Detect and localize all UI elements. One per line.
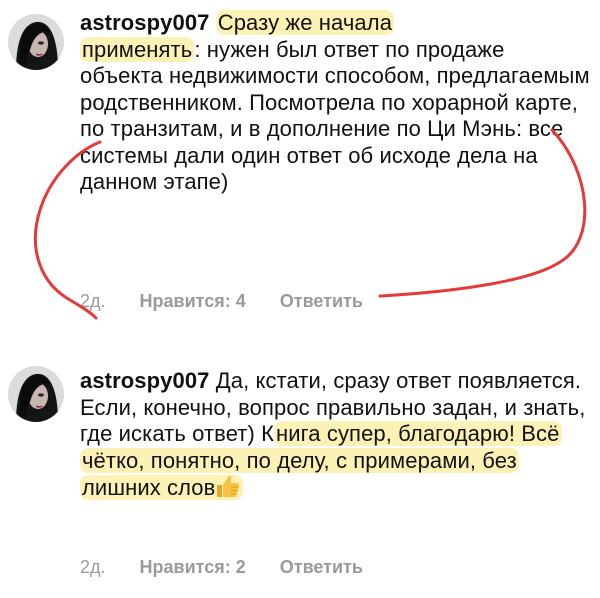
comment-item: astrospy007 Да, кстати, сразу ответ появ… xyxy=(0,350,600,598)
avatar-photo xyxy=(8,14,64,70)
comment-text: astrospy007 Да, кстати, сразу ответ появ… xyxy=(80,368,590,502)
comment-text: astrospy007 Сразу же начала применять: н… xyxy=(80,10,590,196)
highlighted-text: Сразу же начала xyxy=(215,10,395,35)
comment-time: 2д. xyxy=(80,557,106,577)
comment-item: astrospy007 Сразу же начала применять: н… xyxy=(0,0,600,330)
comment-time: 2д. xyxy=(80,291,106,311)
comment-username[interactable]: astrospy007 xyxy=(80,368,210,393)
avatar[interactable] xyxy=(8,14,64,70)
reply-button[interactable]: Ответить xyxy=(280,291,363,312)
comment-meta: 2д. Нравится: 2 Ответить xyxy=(80,557,363,578)
comment-meta: 2д. Нравится: 4 Ответить xyxy=(80,291,363,312)
reply-button[interactable]: Ответить xyxy=(280,557,363,578)
thumbs-up-icon xyxy=(217,475,240,497)
avatar[interactable] xyxy=(8,366,64,422)
likes-count[interactable]: Нравится: 2 xyxy=(140,557,246,578)
avatar-photo xyxy=(8,366,64,422)
likes-count[interactable]: Нравится: 4 xyxy=(140,291,246,312)
comment-username[interactable]: astrospy007 xyxy=(80,10,210,35)
highlighted-text: применять xyxy=(80,36,195,62)
